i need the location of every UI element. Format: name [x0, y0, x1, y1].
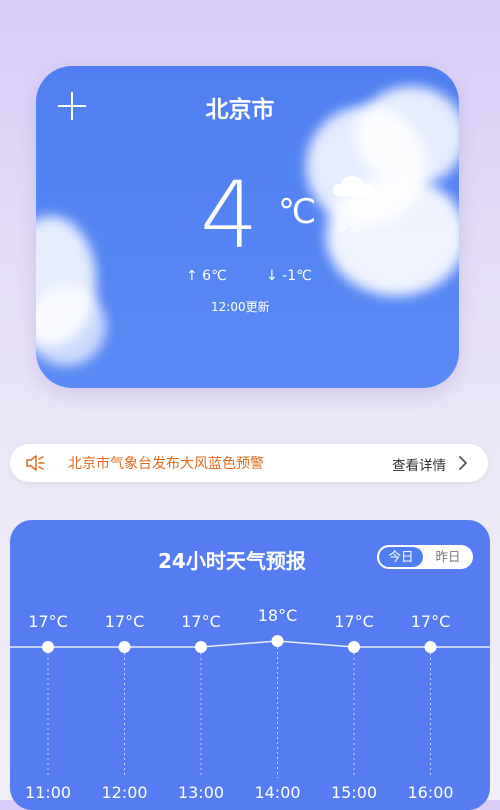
city-name: 北京市 — [205, 97, 275, 123]
high-temperature: ↑ 6℃ — [186, 268, 227, 284]
update-time: 12:00更新 — [211, 300, 270, 314]
temperature-point — [42, 641, 54, 653]
hour-label: 15:00 — [331, 783, 377, 802]
hour-label: 12:00 — [101, 783, 147, 802]
view-details-link[interactable]: 查看详情 — [392, 454, 446, 474]
hour-label: 14:00 — [254, 783, 300, 802]
temperature-label: 18°C — [258, 606, 298, 625]
speaker-icon — [26, 455, 45, 471]
alert-text: 北京市气象台发布大风蓝色预警 — [68, 456, 264, 472]
temperature-point — [118, 641, 131, 653]
temperature-line — [10, 640, 490, 648]
hourly-temperature-chart: 17°C 11:00 17°C 12:00 17°C 13:00 18°C 14:00 17°C… — [10, 606, 490, 802]
current-temperature: 4 — [200, 162, 259, 269]
temperature-label: 17°C — [334, 612, 374, 631]
hour-label: 11:00 — [25, 783, 71, 802]
cloud-decoration — [356, 86, 459, 186]
hour-label: 13:00 — [178, 783, 224, 802]
weather-alert-bar[interactable]: 北京市气象台发布大风蓝色预警 查看详情 — [10, 444, 488, 482]
temperature-label: 17°C — [28, 612, 68, 631]
temperature-label: 17°C — [181, 612, 221, 631]
hour-label: 16:00 — [407, 783, 453, 802]
temperature-point — [195, 641, 207, 653]
temperature-unit: ℃ — [278, 192, 317, 232]
hourly-forecast-panel: 24小时天气预报 今日 昨日 17°C 11:00 17°C 12:00 17°C 13:… — [10, 520, 490, 810]
condition-text: 多云 — [336, 220, 363, 235]
low-temperature: ↓ -1℃ — [266, 268, 312, 284]
temperature-label: 17°C — [105, 612, 145, 631]
chevron-right-icon[interactable] — [456, 456, 470, 470]
cloudy-icon — [332, 175, 374, 196]
temperature-point — [271, 635, 284, 647]
cloud-decoration — [36, 286, 106, 366]
add-city-button[interactable] — [58, 92, 86, 120]
temperature-label: 17°C — [411, 612, 451, 631]
temperature-point — [348, 641, 360, 653]
temperature-point — [424, 641, 437, 653]
